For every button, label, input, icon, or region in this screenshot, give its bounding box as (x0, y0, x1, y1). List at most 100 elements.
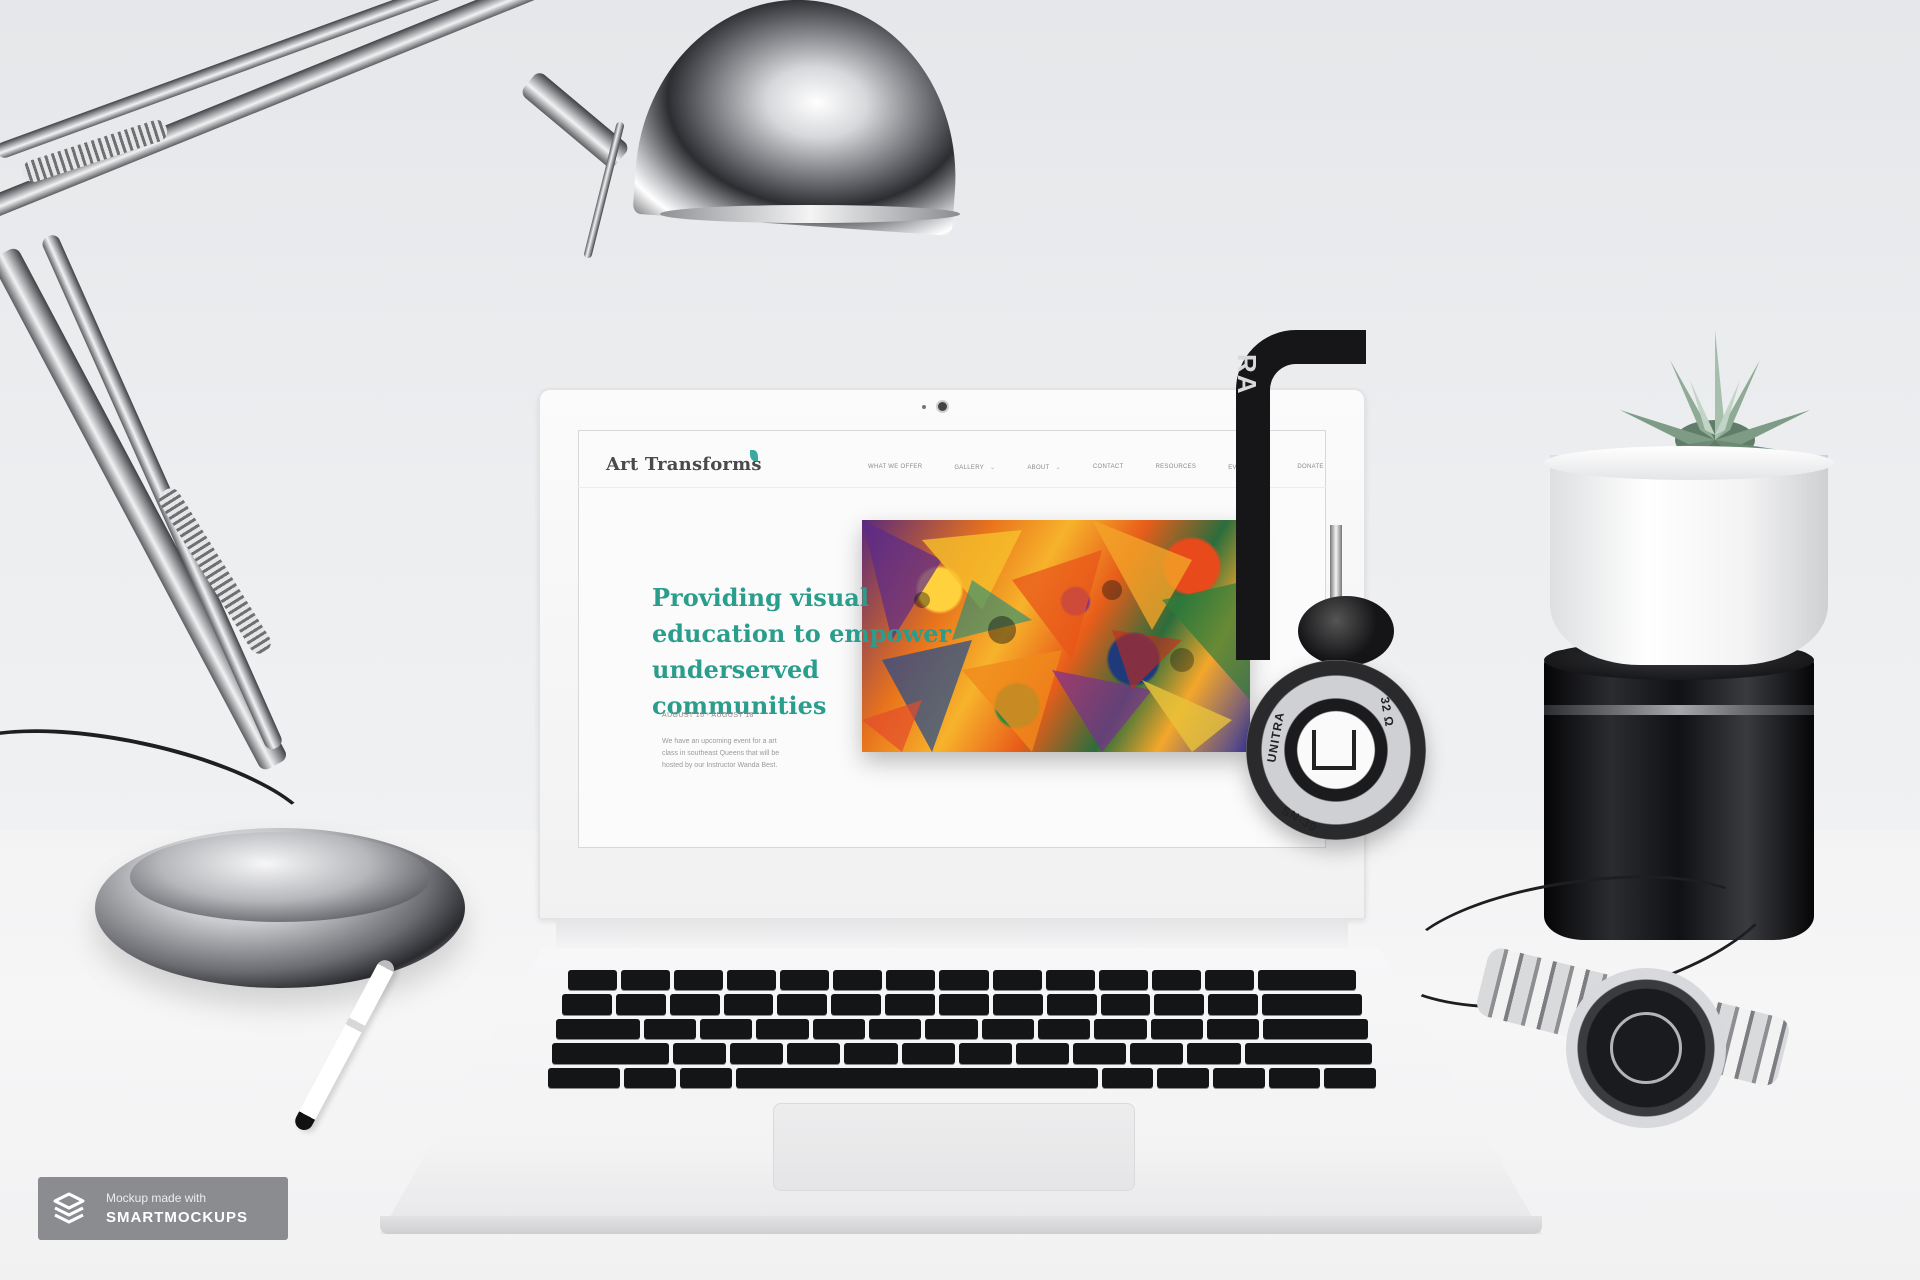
key[interactable] (1154, 994, 1205, 1015)
keyboard (548, 970, 1376, 1088)
key[interactable] (1130, 1043, 1184, 1064)
key[interactable] (624, 1067, 677, 1088)
nav-item-what-we-offer[interactable]: WHAT WE OFFER (868, 464, 922, 471)
hero-title: Providing visual education to empower un… (652, 583, 952, 720)
key[interactable] (562, 994, 612, 1015)
key[interactable] (1157, 1067, 1209, 1088)
key[interactable] (1268, 1067, 1321, 1088)
nav-item-contact[interactable]: CONTACT (1093, 464, 1124, 471)
key[interactable] (1187, 1043, 1241, 1064)
chevron-down-icon: ⌄ (990, 465, 996, 471)
key[interactable] (886, 970, 936, 991)
key[interactable] (958, 1043, 1012, 1064)
site-logo[interactable]: Art Transforms (606, 454, 762, 475)
key[interactable] (1150, 1018, 1203, 1040)
key[interactable] (568, 970, 618, 991)
key[interactable] (615, 994, 666, 1015)
stacked-layers-icon (53, 1192, 85, 1224)
nav-item-gallery[interactable]: GALLERY ⌄ (954, 464, 995, 471)
key[interactable] (1038, 1018, 1091, 1040)
event-description: We have an upcoming event for a art clas… (662, 738, 780, 769)
plant-pot (1550, 455, 1828, 665)
key[interactable] (833, 970, 883, 991)
key[interactable] (1204, 970, 1254, 991)
key[interactable] (1073, 1043, 1127, 1064)
keyboard-row (548, 970, 1376, 991)
key[interactable] (992, 994, 1043, 1015)
key[interactable] (700, 1018, 753, 1040)
desk-scene: Art Transforms WHAT WE OFFER GALLERY ⌄ AB… (0, 0, 1920, 1280)
key[interactable] (780, 970, 830, 991)
key[interactable] (1212, 1067, 1265, 1088)
chevron-down-icon: ⌄ (1055, 465, 1061, 471)
nav-item-resources[interactable]: RESOURCES (1156, 464, 1197, 471)
key[interactable] (901, 1043, 955, 1064)
leaf-icon (750, 450, 758, 461)
key[interactable] (992, 970, 1042, 991)
headphone-pivot (1298, 596, 1394, 666)
keyboard-row (548, 1043, 1376, 1064)
watch-dial (1610, 1012, 1682, 1084)
key[interactable] (1263, 1018, 1368, 1040)
key[interactable] (1100, 994, 1151, 1015)
headphone-band-text: RA (1232, 354, 1262, 396)
key[interactable] (1324, 1067, 1376, 1088)
key[interactable] (727, 970, 777, 991)
laptop-screen: Art Transforms WHAT WE OFFER GALLERY ⌄ AB… (578, 430, 1326, 848)
key[interactable] (1244, 1043, 1373, 1064)
nav-item-about[interactable]: ABOUT ⌄ (1027, 464, 1061, 471)
headphone-logo-icon (1312, 730, 1356, 770)
keyboard-row (548, 1067, 1376, 1088)
key[interactable] (1257, 970, 1356, 991)
key[interactable] (885, 994, 936, 1015)
key[interactable] (844, 1043, 898, 1064)
key[interactable] (1207, 1018, 1260, 1040)
key[interactable] (680, 1067, 732, 1088)
key[interactable] (787, 1043, 841, 1064)
key[interactable] (869, 1018, 922, 1040)
key[interactable] (556, 1018, 640, 1040)
key[interactable] (1151, 970, 1201, 991)
keyboard-row (548, 1018, 1376, 1040)
key[interactable] (548, 1067, 621, 1088)
key[interactable] (981, 1018, 1035, 1040)
key[interactable] (939, 994, 989, 1015)
key[interactable] (812, 1018, 866, 1040)
key[interactable] (643, 1018, 697, 1040)
key[interactable] (756, 1018, 809, 1040)
key[interactable] (1094, 1018, 1147, 1040)
key[interactable] (1262, 994, 1362, 1015)
key[interactable] (831, 994, 882, 1015)
key[interactable] (1098, 970, 1148, 991)
key[interactable] (777, 994, 828, 1015)
watermark-caption: Mockup made with (106, 1191, 207, 1205)
key[interactable] (735, 1067, 1098, 1088)
black-tin-band (1544, 705, 1814, 715)
headphone-stem (1330, 525, 1342, 605)
key[interactable] (1208, 994, 1259, 1015)
key[interactable] (672, 1043, 727, 1064)
plant-pot-rim (1544, 446, 1834, 480)
site-header: Art Transforms WHAT WE OFFER GALLERY ⌄ AB… (578, 430, 1326, 488)
laptop-hinge (556, 918, 1348, 952)
key[interactable] (669, 994, 720, 1015)
mockup-watermark: Mockup made with SMARTMOCKUPS (38, 1177, 288, 1240)
key[interactable] (730, 1043, 784, 1064)
webcam-light (922, 405, 926, 409)
lamp-shade-rim (660, 205, 960, 223)
touchpad[interactable] (773, 1103, 1135, 1191)
event-date: AUGUST 16 - AUGUST 18 (662, 712, 754, 719)
key[interactable] (1015, 1043, 1070, 1064)
key[interactable] (1101, 1067, 1154, 1088)
key[interactable] (1045, 970, 1095, 991)
key[interactable] (925, 1018, 978, 1040)
lamp-base-top (130, 832, 430, 922)
key[interactable] (723, 994, 774, 1015)
watermark-brand: SMARTMOCKUPS (106, 1209, 248, 1226)
key[interactable] (1046, 994, 1097, 1015)
key[interactable] (621, 970, 671, 991)
key[interactable] (939, 970, 989, 991)
key[interactable] (674, 970, 724, 991)
key[interactable] (552, 1043, 669, 1064)
laptop-front-edge (380, 1216, 1542, 1234)
